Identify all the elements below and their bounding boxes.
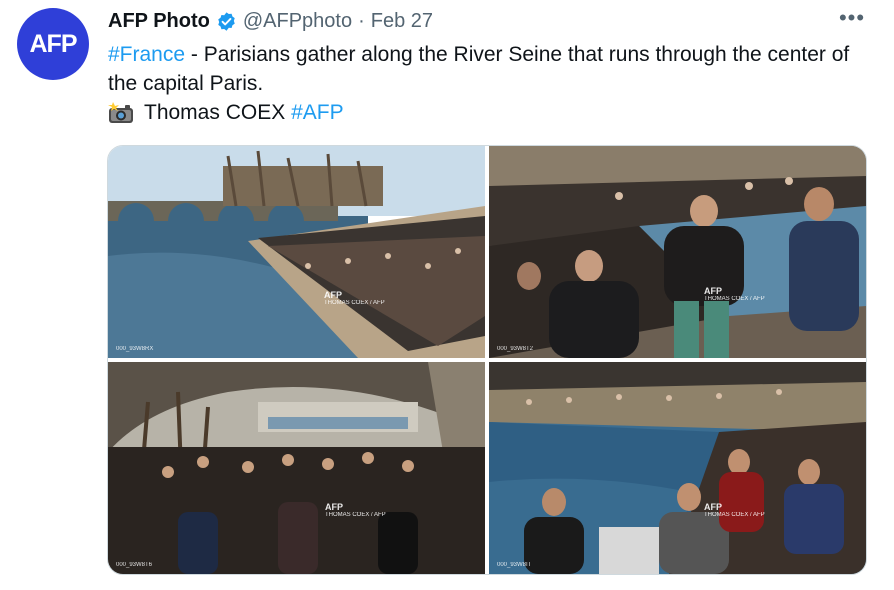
photo-2-id: 000_93W8T2	[497, 346, 534, 352]
photo-3-image	[108, 362, 485, 574]
tweet-body-text: - Parisians gather along the River Seine…	[108, 43, 850, 95]
verified-badge-icon	[216, 11, 237, 32]
photo-2-afp-logo: AFP	[704, 286, 722, 296]
photo-3[interactable]: AFP THOMAS COEX / AFP 000_93W8T6	[108, 362, 485, 574]
avatar-logo-text: AFP	[29, 29, 78, 58]
photo-1-credit: THOMAS COEX / AFP	[324, 300, 385, 306]
separator-dot: ·	[358, 10, 365, 32]
photo-1-image	[108, 146, 485, 358]
photo-1-afp-logo: AFP	[324, 290, 342, 300]
photo-1-id: 000_93W8RX	[116, 346, 154, 352]
tweet[interactable]: AFP AFP Photo @AFPphoto · Feb 27 ••• #Fr…	[0, 0, 894, 590]
photo-2-image	[489, 146, 866, 358]
photo-4-id: 000_93W8IT	[497, 562, 532, 568]
hashtag-france-link[interactable]: #France	[108, 43, 185, 66]
tweet-header: AFP Photo @AFPphoto · Feb 27	[108, 10, 433, 33]
photographer-name: Thomas COEX	[144, 101, 286, 124]
hashtag-afp-link[interactable]: #AFP	[291, 98, 344, 127]
photo-4[interactable]: AFP THOMAS COEX / AFP 000_93W8IT	[489, 362, 866, 574]
photo-grid: AFP THOMAS COEX / AFP 000_93W8RX AFP THO…	[107, 145, 867, 575]
photo-3-credit: THOMAS COEX / AFP	[325, 512, 386, 518]
author-name[interactable]: AFP Photo	[108, 10, 210, 33]
photo-4-credit: THOMAS COEX / AFP	[704, 512, 765, 518]
photographer-line: Thomas COEX #AFP	[108, 98, 868, 127]
photo-4-image	[489, 362, 866, 574]
photo-4-afp-logo: AFP	[704, 502, 722, 512]
tweet-text-line: #France - Parisians gather along the Riv…	[108, 40, 868, 98]
photo-1[interactable]: AFP THOMAS COEX / AFP 000_93W8RX	[108, 146, 485, 358]
more-options-button[interactable]: •••	[838, 7, 866, 32]
photo-2[interactable]: AFP THOMAS COEX / AFP 000_93W8T2	[489, 146, 866, 358]
camera-flash-icon	[108, 101, 134, 124]
more-icon: •••	[838, 5, 866, 30]
author-handle[interactable]: @AFPphoto	[243, 10, 352, 33]
photo-3-afp-logo: AFP	[325, 502, 343, 512]
photo-3-id: 000_93W8T6	[116, 562, 153, 568]
avatar[interactable]: AFP	[17, 8, 89, 80]
photo-2-credit: THOMAS COEX / AFP	[704, 296, 765, 302]
tweet-text: #France - Parisians gather along the Riv…	[108, 40, 868, 127]
tweet-date[interactable]: Feb 27	[371, 10, 433, 33]
